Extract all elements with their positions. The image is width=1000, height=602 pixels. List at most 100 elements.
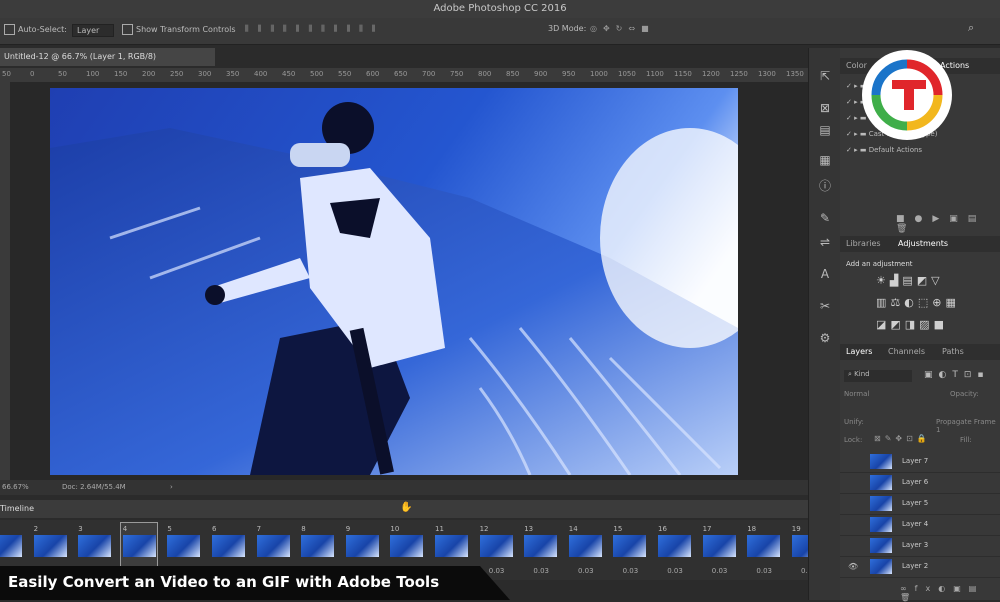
frame-delay[interactable]: 0.03 xyxy=(567,567,605,575)
layer-row[interactable]: Layer 5 xyxy=(840,494,1000,515)
frame-thumbnail xyxy=(479,535,513,557)
frame-number: 6 xyxy=(212,525,217,533)
timeline-frame[interactable]: 15 0.03 xyxy=(610,522,648,578)
frame-number: 17 xyxy=(702,525,712,533)
layer-name: Layer 5 xyxy=(902,499,929,507)
layer-row[interactable]: Layer 4 xyxy=(840,515,1000,536)
clone-source-icon[interactable]: ⚙ xyxy=(817,330,833,346)
frame-delay[interactable]: 0.03 xyxy=(745,567,783,575)
auto-select-label: Auto-Select: xyxy=(18,25,67,34)
action-item[interactable]: ✓ ▸ ▬ Default Actions xyxy=(846,146,922,154)
status-arrow-icon[interactable]: › xyxy=(170,483,173,491)
ruler-tick: 250 xyxy=(170,70,184,78)
tab-channels[interactable]: Channels xyxy=(888,347,925,356)
layer-row[interactable]: Layer 3 xyxy=(840,536,1000,557)
search-icon[interactable]: ⌕ xyxy=(968,21,974,35)
3d-mode-icons[interactable]: ◎✥↻⇔■ xyxy=(590,24,655,33)
ruler-tick: 1050 xyxy=(618,70,636,78)
timeline-frame[interactable]: 18 0.03 xyxy=(744,522,782,578)
ruler-tick: 1250 xyxy=(730,70,748,78)
frame-delay[interactable]: 0.03 xyxy=(611,567,649,575)
timeline-frame[interactable]: 13 0.03 xyxy=(521,522,559,578)
auto-select-checkbox[interactable]: Auto-Select: xyxy=(4,24,67,35)
frame-number: 9 xyxy=(345,525,351,533)
properties-icon[interactable]: ▦ xyxy=(817,152,833,168)
frame-number: 2 xyxy=(33,525,39,533)
adjustment-row-3[interactable]: ◪◩◨▨■ xyxy=(876,318,948,331)
history-icon[interactable]: ▤ xyxy=(817,122,833,138)
frame-number: 4 xyxy=(122,525,128,533)
fill-label[interactable]: Fill: xyxy=(960,436,972,444)
tab-layers[interactable]: Layers xyxy=(846,347,872,356)
layer-thumbnail xyxy=(870,454,892,469)
layer-row[interactable]: Layer 6 xyxy=(840,473,1000,494)
checkbox-icon xyxy=(4,24,15,35)
frame-number: 5 xyxy=(167,525,172,533)
layer-row[interactable]: 👁 Layer 2 xyxy=(840,557,1000,578)
check-icon[interactable]: ✓ xyxy=(846,82,852,90)
status-bar: 66.67% Doc: 2.64M/55.4M › xyxy=(0,480,808,495)
timeline-frame[interactable]: 14 0.03 xyxy=(566,522,604,578)
vertical-ruler xyxy=(0,82,10,480)
frame-thumbnail xyxy=(256,535,290,557)
check-icon[interactable]: ✓ xyxy=(846,114,852,122)
timeline-frame[interactable]: 16 0.03 xyxy=(655,522,693,578)
tool-presets-icon[interactable]: ✂ xyxy=(817,298,833,314)
check-icon[interactable]: ✓ xyxy=(846,98,852,106)
opacity-label[interactable]: Opacity: xyxy=(950,390,979,398)
layers-footer-icons[interactable]: ∞fx◐▣▤🗑 xyxy=(900,584,1000,602)
ruler-tick: 1000 xyxy=(590,70,608,78)
layer-thumbnail xyxy=(870,559,892,574)
layer-name: Layer 3 xyxy=(902,541,929,549)
adjustment-row-1[interactable]: ☀▟▤◩▽ xyxy=(876,274,944,287)
tab-paths[interactable]: Paths xyxy=(942,347,964,356)
layer-row[interactable]: Layer 7 xyxy=(840,452,1000,473)
adjustment-row-2[interactable]: ▥⚖◐⬚⊕▦ xyxy=(876,296,960,309)
ruler-tick: 450 xyxy=(282,70,296,78)
checkbox-icon xyxy=(122,24,133,35)
frame-number: 13 xyxy=(524,525,534,533)
ruler-tick: 800 xyxy=(478,70,492,78)
frame-number: 16 xyxy=(658,525,667,533)
tab-libraries[interactable]: Libraries xyxy=(846,239,881,248)
actions-footer-icons[interactable]: ■●▶▣▤🗑 xyxy=(896,214,1000,234)
frame-delay[interactable]: 0.03 xyxy=(656,567,694,575)
layer-thumbnail xyxy=(870,475,892,490)
character-icon[interactable]: A xyxy=(817,266,833,282)
frame-delay[interactable]: 0.03 xyxy=(522,567,560,575)
align-icons[interactable]: ⫼⫼⫼⫼⫼⫼⫼⫼⫼⫼⫼ xyxy=(245,24,384,34)
site-logo xyxy=(862,50,952,140)
visibility-toggle-icon[interactable]: 👁 xyxy=(848,562,858,571)
action-label: Default Actions xyxy=(868,146,923,154)
propagate-checkbox[interactable]: Propagate Frame 1 xyxy=(936,418,1000,434)
layer-name: Layer 2 xyxy=(902,562,929,570)
frame-delay[interactable]: 0.03 xyxy=(701,567,739,575)
zoom-readout[interactable]: 66.67% xyxy=(2,483,29,491)
layer-thumbnail xyxy=(870,517,892,532)
doc-size-readout: Doc: 2.64M/55.4M xyxy=(62,483,126,491)
tab-adjustments[interactable]: Adjustments xyxy=(898,239,948,248)
ruler-tick: 900 xyxy=(534,70,548,78)
transform-controls-checkbox[interactable]: Show Transform Controls xyxy=(122,24,236,35)
brush-icon[interactable]: ✎ xyxy=(817,210,833,226)
auto-select-dropdown[interactable]: Layer xyxy=(72,24,115,37)
frame-thumbnail xyxy=(122,535,156,557)
snowboard-photo[interactable] xyxy=(50,88,738,475)
document-tab[interactable]: Untitled-12 @ 66.7% (Layer 1, RGB/8) xyxy=(0,48,215,66)
blend-mode-select[interactable]: Normal xyxy=(844,390,934,398)
horizontal-ruler: 50 0 50 100 150 200 250 300 350 400 450 500 550 600 65… xyxy=(0,68,808,83)
brush-settings-icon[interactable]: ⇌ xyxy=(817,234,833,250)
move-tool-icon[interactable]: ⇱ xyxy=(817,68,833,84)
ruler-tick: 850 xyxy=(506,70,520,78)
kind-filter[interactable]: ⌕ Kind xyxy=(844,370,912,382)
ruler-tick: 0 xyxy=(30,70,35,78)
3d-icon[interactable]: ⊠ xyxy=(817,100,833,116)
info-icon[interactable]: ⓘ xyxy=(817,178,833,194)
timeline-frame[interactable]: 17 0.03 xyxy=(700,522,738,578)
frame-thumbnail xyxy=(212,535,245,557)
filter-icons[interactable]: ▣◐T⊡▪ xyxy=(924,370,990,380)
timeline-label[interactable]: Timeline xyxy=(0,504,34,513)
check-icon[interactable]: ✓ xyxy=(846,130,852,138)
check-icon[interactable]: ✓ xyxy=(846,146,852,154)
lock-icons[interactable]: ⊠✎✥⊡🔒 xyxy=(874,434,931,443)
